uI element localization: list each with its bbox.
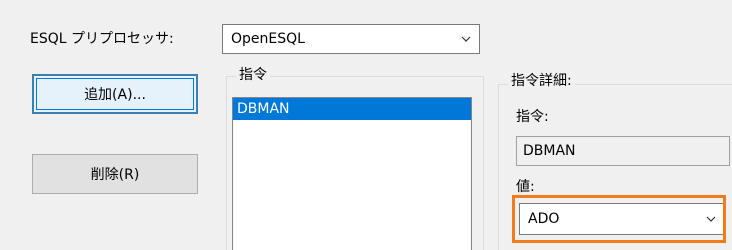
add-button[interactable]: 追加(A)... (32, 74, 198, 114)
preprocessor-label: ESQL プリプロセッサ: (30, 31, 174, 47)
chevron-down-icon (461, 36, 471, 42)
list-item-label: DBMAN (237, 101, 290, 117)
preprocessor-select-value: OpenESQL (231, 31, 305, 47)
add-button-label: 追加(A)... (84, 87, 146, 103)
remove-button[interactable]: 削除(R) (32, 154, 198, 194)
esql-settings-panel: ESQL プリプロセッサ: OpenESQL 追加(A)... 削除(R) 指令… (0, 0, 732, 250)
directive-value: DBMAN (523, 143, 576, 159)
chevron-down-icon (706, 216, 716, 222)
value-select[interactable]: ADO (519, 203, 725, 235)
directives-listbox[interactable]: DBMAN (232, 97, 472, 250)
list-item[interactable]: DBMAN (233, 98, 471, 120)
directives-group-title: 指令 (236, 66, 270, 84)
directive-details-title: 指令詳細: (508, 72, 575, 90)
value-select-value: ADO (528, 211, 560, 227)
directive-label: 指令: (516, 109, 549, 125)
value-label: 値: (516, 179, 535, 195)
directive-value-field: DBMAN (516, 136, 730, 166)
remove-button-label: 削除(R) (90, 167, 140, 183)
preprocessor-select[interactable]: OpenESQL (222, 24, 480, 54)
